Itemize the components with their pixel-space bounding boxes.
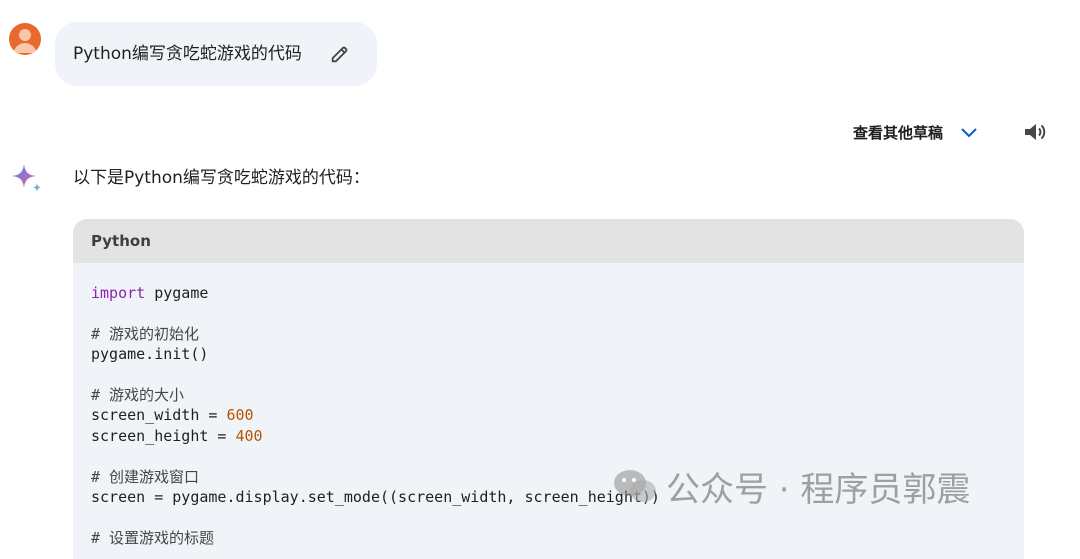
assistant-reply-intro: 以下是Python编写贪吃蛇游戏的代码： — [73, 168, 370, 188]
view-drafts-label: 查看其他草稿 — [853, 123, 944, 142]
code-line: # 游戏的初始化 — [91, 324, 1006, 344]
code-comment: # 游戏的大小 — [91, 385, 185, 404]
user-avatar — [9, 23, 41, 55]
speaker-icon[interactable] — [1022, 120, 1048, 144]
code-token: screen_height = — [91, 426, 236, 445]
code-token: pygame.init() — [91, 345, 209, 364]
pencil-icon[interactable] — [329, 43, 351, 65]
code-line: screen_width = 600 — [91, 405, 1006, 425]
view-drafts-button[interactable]: 查看其他草稿 — [853, 120, 979, 144]
code-comment: # 创建游戏窗口 — [91, 467, 200, 486]
code-keyword: import — [91, 284, 146, 302]
code-line: # 设置游戏的标题 — [91, 528, 1006, 548]
code-token: pygame — [145, 284, 209, 302]
code-line: # 游戏的大小 — [91, 385, 1006, 405]
code-line: # 创建游戏窗口 — [91, 467, 1006, 487]
user-message-bubble: Python编写贪吃蛇游戏的代码 — [55, 22, 377, 86]
code-number: 400 — [235, 426, 263, 445]
person-icon — [13, 29, 37, 53]
code-number: 600 — [226, 406, 254, 425]
gemini-sparkle-icon — [12, 164, 42, 192]
code-line: screen = pygame.display.set_mode((screen… — [91, 487, 1006, 507]
code-block-header: Python — [73, 219, 1024, 263]
code-line: import pygame — [91, 283, 1006, 303]
code-line: pygame.init() — [91, 344, 1006, 364]
user-prompt-text: Python编写贪吃蛇游戏的代码 — [73, 44, 302, 64]
code-comment: # 游戏的初始化 — [91, 324, 200, 343]
code-token: screen_width = — [91, 406, 227, 425]
code-token: screen = pygame.display.set_mode((screen… — [91, 487, 660, 506]
code-block: Python import pygame # 游戏的初始化 pygame.init(… — [73, 219, 1024, 559]
code-content: import pygame # 游戏的初始化 pygame.init() # 游戏的大… — [73, 263, 1024, 548]
chevron-down-icon — [961, 128, 977, 138]
code-language-label: Python — [91, 232, 151, 250]
code-line: screen_height = 400 — [91, 426, 1006, 446]
